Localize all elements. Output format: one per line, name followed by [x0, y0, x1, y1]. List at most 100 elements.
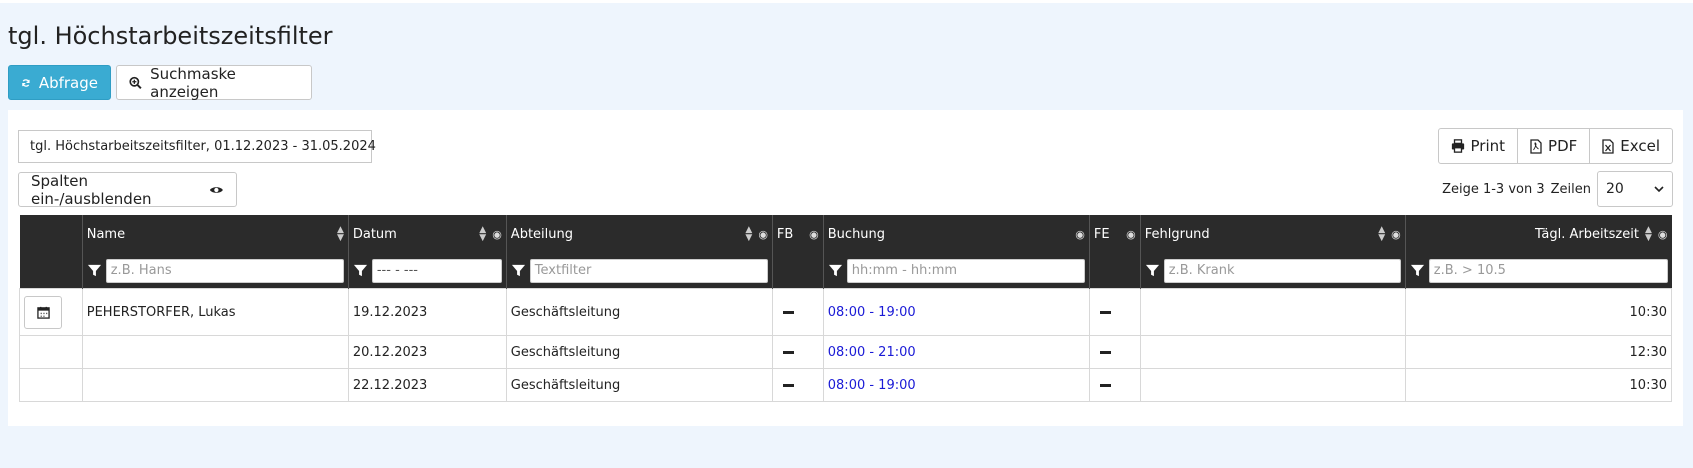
excel-icon: [1602, 138, 1614, 154]
cell-fehlgrund: [1139, 335, 1406, 369]
search-plus-icon: [129, 76, 142, 89]
dash-icon: [1099, 383, 1111, 387]
eye-slash-icon[interactable]: ◉: [809, 228, 819, 241]
pdf-label: PDF: [1548, 137, 1578, 155]
sort-icon[interactable]: ▲ ▼: [1645, 226, 1652, 243]
cell-fehlgrund: [1139, 368, 1406, 402]
export-button-group: Print PDF Excel: [1437, 128, 1673, 164]
row-actions-cell: [19, 288, 83, 336]
dash-icon: [782, 310, 794, 314]
buchung-filter-input[interactable]: hh:mm - hh:mm: [846, 258, 1085, 283]
column-header-abteilung[interactable]: Abteilung ▲ ▼ ◉ Textfilter: [506, 215, 773, 289]
column-header-fe[interactable]: FE ◉: [1089, 215, 1141, 289]
paging-info: Zeige 1-3 von 3: [1442, 181, 1545, 197]
cell-arbeitszeit: 10:30: [1404, 368, 1673, 402]
eye-slash-icon[interactable]: ◉: [1391, 228, 1401, 241]
cell-abteilung: Geschäftsleitung: [505, 335, 773, 369]
column-header-name[interactable]: Name ▲ ▼ z.B. Hans: [82, 215, 349, 289]
chevron-down-icon: [1654, 185, 1664, 192]
query-button[interactable]: Abfrage: [8, 65, 111, 100]
toggle-columns-label: Spalten ein-/ausblenden: [31, 171, 152, 208]
table-row: 20.12.2023 Geschäftsleitung 08:00 - 21:0…: [19, 335, 1673, 369]
name-filter-input[interactable]: z.B. Hans: [105, 258, 344, 283]
booking-link[interactable]: 08:00 - 19:00: [828, 305, 916, 320]
sort-icon[interactable]: ▲ ▼: [337, 226, 344, 243]
calendar-icon: [36, 306, 50, 319]
column-label-name: Name: [86, 226, 126, 242]
sort-icon[interactable]: ▲ ▼: [479, 226, 486, 243]
table-row: PEHERSTORFER, Lukas 19.12.2023 Geschäfts…: [19, 288, 1673, 336]
column-header-fb[interactable]: FB ◉: [772, 215, 824, 289]
cell-name: PEHERSTORFER, Lukas: [81, 288, 349, 336]
print-button[interactable]: Print: [1437, 128, 1519, 164]
rows-per-page-value: 20: [1606, 181, 1624, 197]
cell-arbeitszeit: 10:30: [1404, 288, 1673, 336]
cell-fe: [1088, 368, 1141, 402]
booking-link[interactable]: 08:00 - 21:00: [828, 345, 916, 360]
excel-label: Excel: [1620, 137, 1660, 155]
eye-slash-icon[interactable]: ◉: [492, 228, 502, 241]
eye-slash-icon[interactable]: ◉: [1126, 228, 1136, 241]
cell-datum: 22.12.2023: [347, 368, 507, 402]
dash-icon: [782, 383, 794, 387]
print-icon: [1451, 139, 1464, 153]
cell-fb: [771, 335, 824, 369]
column-header-fehlgrund[interactable]: Fehlgrund ▲ ▼ ◉ z.B. Krank: [1140, 215, 1406, 289]
filter-icon: [828, 264, 842, 277]
booking-link[interactable]: 08:00 - 19:00: [828, 378, 916, 393]
cell-datum: 19.12.2023: [347, 288, 507, 336]
eye-slash-icon[interactable]: ◉: [1075, 228, 1085, 241]
fehlgrund-filter-input[interactable]: z.B. Krank: [1163, 258, 1401, 283]
cell-name: [81, 335, 349, 369]
report-panel: tgl. Höchstarbeitszeitsfilter, 01.12.202…: [8, 110, 1683, 426]
table-row: 22.12.2023 Geschäftsleitung 08:00 - 19:0…: [19, 368, 1673, 402]
page-title: tgl. Höchstarbeitszeitsfilter: [8, 22, 333, 50]
show-search-mask-label: Suchmaske anzeigen: [150, 64, 236, 101]
show-search-mask-button[interactable]: Suchmaske anzeigen: [116, 64, 312, 101]
filter-icon: [511, 264, 525, 277]
column-label-fe: FE: [1093, 226, 1110, 242]
column-header-buchung[interactable]: Buchung ◉ hh:mm - hh:mm: [823, 215, 1090, 289]
cell-name: [81, 368, 349, 402]
toggle-columns-button[interactable]: Spalten ein-/ausblenden: [18, 171, 237, 208]
datum-filter-input[interactable]: --- - ---: [371, 258, 502, 283]
sort-icon[interactable]: ▲ ▼: [1378, 226, 1385, 243]
column-header-datum[interactable]: Datum ▲ ▼ ◉ --- - ---: [348, 215, 507, 289]
column-header-arbeitszeit[interactable]: Tägl. Arbeitszeit ▲ ▼ ◉ z.B. > 10.5: [1405, 215, 1672, 289]
eye-slash-icon[interactable]: ◉: [1658, 228, 1668, 241]
pdf-icon: [1530, 138, 1542, 154]
cell-fb: [771, 368, 824, 402]
arbeitszeit-filter-input[interactable]: z.B. > 10.5: [1428, 258, 1668, 283]
filter-icon: [353, 264, 367, 277]
cell-abteilung: Geschäftsleitung: [505, 288, 773, 336]
cell-buchung: 08:00 - 19:00: [822, 288, 1090, 336]
cell-buchung: 08:00 - 19:00: [822, 368, 1090, 402]
column-header-actions: [19, 215, 83, 289]
paging-controls: Zeige 1-3 von 3 Zeilen 20: [1442, 171, 1673, 207]
cell-fe: [1088, 335, 1141, 369]
dash-icon: [1099, 350, 1111, 354]
calendar-button[interactable]: [24, 295, 62, 329]
filter-icon: [1410, 264, 1424, 277]
eye-slash-icon[interactable]: ◉: [758, 228, 768, 241]
cell-fehlgrund: [1139, 288, 1406, 336]
abteilung-filter-input[interactable]: Textfilter: [529, 258, 768, 283]
rows-per-page-select[interactable]: 20: [1597, 171, 1673, 207]
eye-icon: [210, 186, 224, 193]
rows-label: Zeilen: [1550, 181, 1591, 197]
cell-datum: 20.12.2023: [347, 335, 507, 369]
excel-button[interactable]: Excel: [1589, 128, 1673, 164]
filter-info: tgl. Höchstarbeitszeitsfilter, 01.12.202…: [18, 130, 376, 163]
dash-icon: [782, 350, 794, 354]
cell-fb: [771, 288, 824, 336]
filter-icon: [1145, 264, 1159, 277]
dash-icon: [1099, 310, 1111, 314]
row-actions-cell: [19, 335, 83, 369]
filter-icon: [87, 264, 101, 277]
pdf-button[interactable]: PDF: [1517, 128, 1591, 164]
column-label-buchung: Buchung: [827, 226, 886, 242]
query-button-label: Abfrage: [38, 73, 98, 92]
cell-abteilung: Geschäftsleitung: [505, 368, 773, 402]
results-table: Name ▲ ▼ z.B. Hans Datum ▲ ▼ ◉ --- - --- Abte…: [19, 215, 1673, 402]
sort-icon[interactable]: ▲ ▼: [745, 226, 752, 243]
